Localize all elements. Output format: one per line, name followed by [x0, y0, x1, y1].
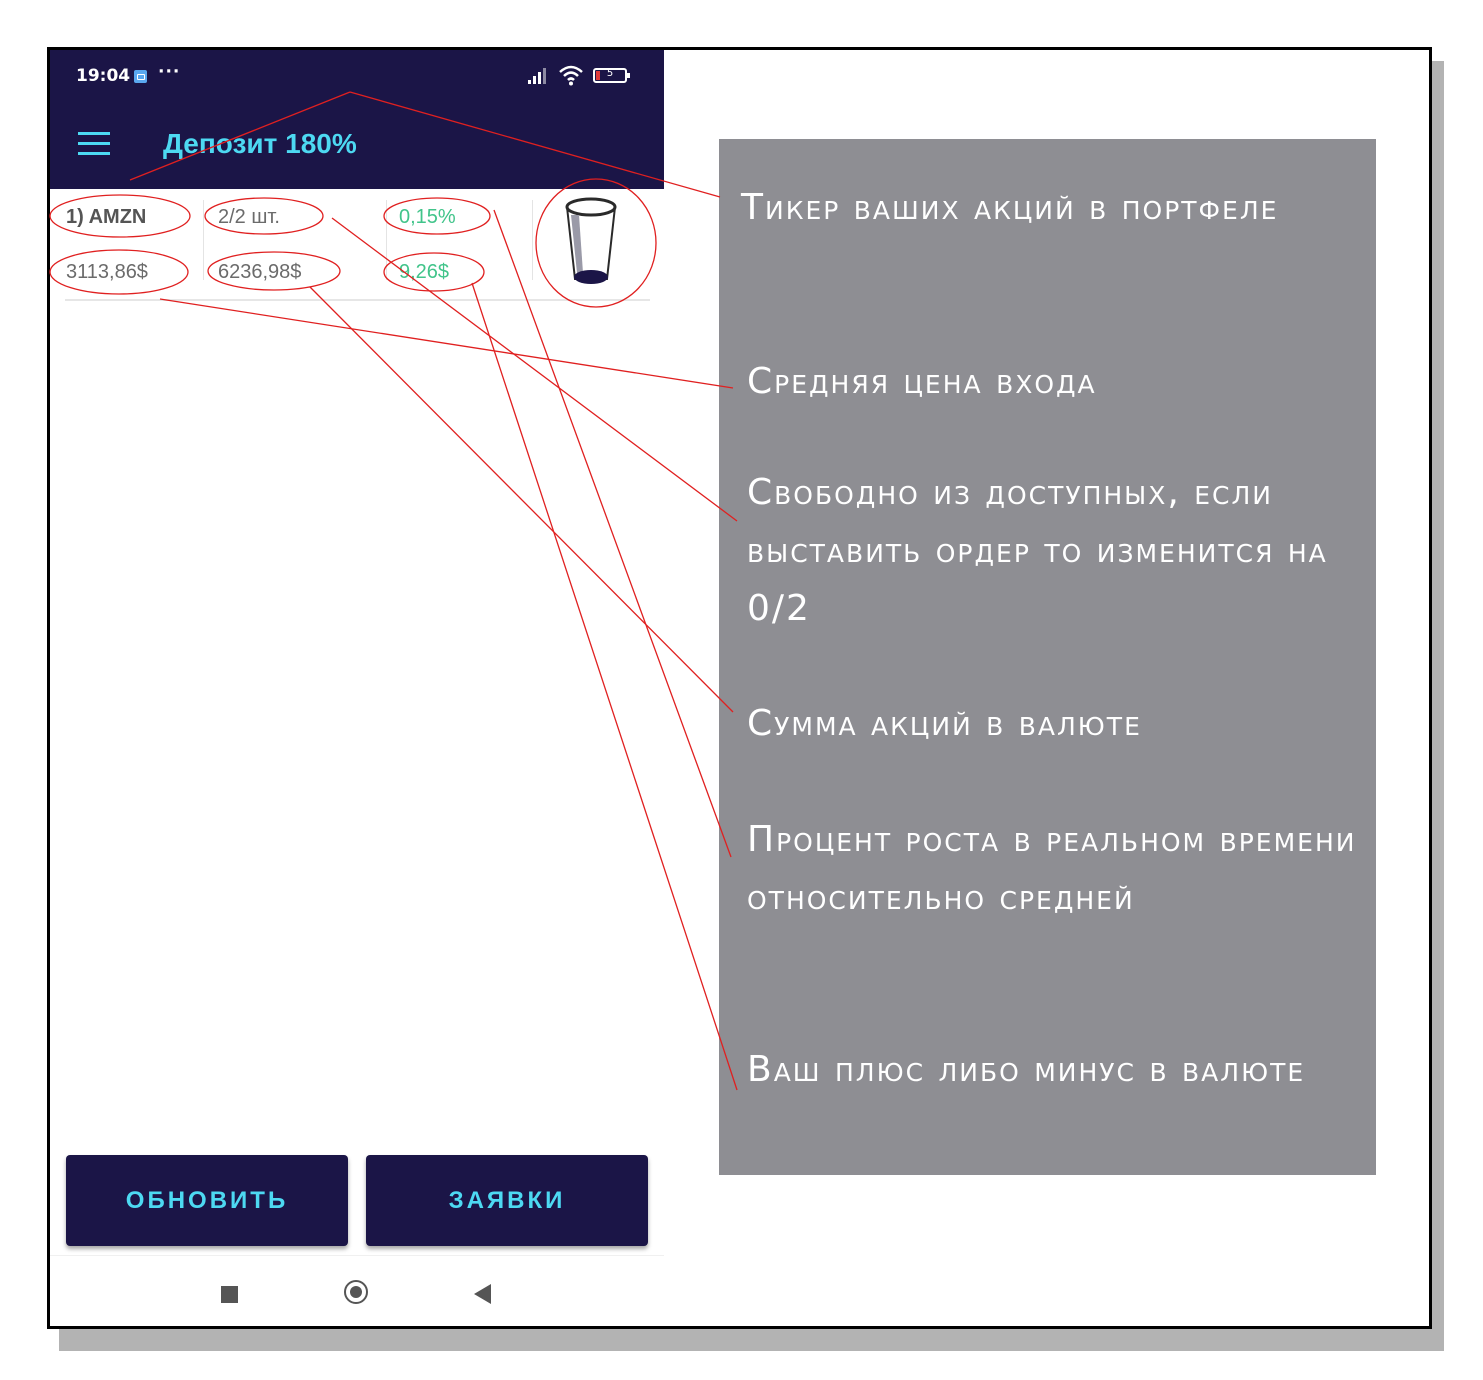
- highlight-quantity: [204, 197, 324, 235]
- highlight-ticker: [49, 194, 191, 238]
- pointer-line: [309, 286, 734, 713]
- pointer-line: [493, 209, 732, 858]
- highlight-profit: [383, 252, 485, 292]
- pointer-line: [159, 298, 734, 389]
- highlight-total: [207, 251, 341, 291]
- highlight-avg-price: [49, 249, 189, 295]
- pointer-line: [349, 91, 721, 198]
- pointer-line: [129, 91, 351, 181]
- pointer-line: [471, 282, 738, 1091]
- annotation-overlay: [49, 91, 738, 1091]
- highlight-percent: [383, 197, 491, 235]
- highlight-glass: [535, 178, 657, 308]
